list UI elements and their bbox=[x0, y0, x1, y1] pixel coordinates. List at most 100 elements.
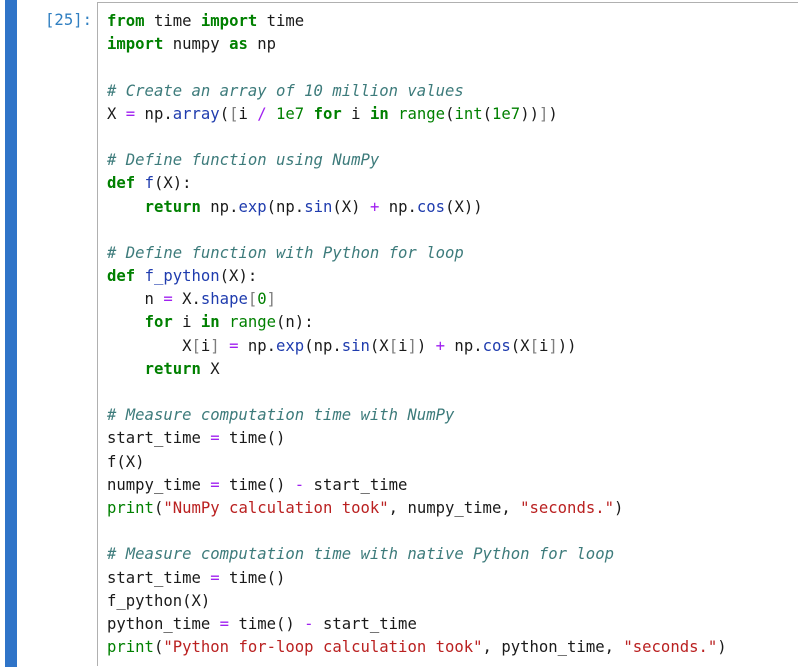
text-token: np bbox=[247, 35, 277, 54]
builtin-token: range bbox=[398, 104, 446, 123]
keyword-token: import bbox=[107, 35, 164, 54]
text-token: , numpy_time, bbox=[388, 498, 521, 517]
text-token: (X bbox=[369, 336, 389, 355]
text-token: np. bbox=[135, 104, 173, 123]
code-line: return X bbox=[107, 358, 727, 381]
attribute-token: cos bbox=[482, 336, 511, 355]
builtin-token: range bbox=[229, 313, 277, 332]
code-line: f_python(X) bbox=[107, 590, 727, 613]
text-token: ( bbox=[482, 104, 493, 123]
text-token: f_python(X) bbox=[107, 591, 211, 610]
code-text[interactable]: from time import time import numpy as np #… bbox=[107, 10, 727, 659]
code-editor[interactable]: from time import time import numpy as np #… bbox=[97, 2, 798, 666]
keyword-token: in bbox=[369, 104, 389, 123]
text-token: ( bbox=[219, 104, 230, 123]
text-token: f(X) bbox=[107, 452, 145, 471]
text-token: ( bbox=[153, 638, 164, 657]
bracket-token: ] bbox=[407, 336, 417, 355]
text-token: i bbox=[238, 104, 258, 123]
number-token: 0 bbox=[257, 290, 267, 309]
number-token: 1e7 bbox=[492, 104, 521, 123]
comment-token: # Create an array of 10 million values bbox=[107, 81, 464, 100]
operator-token: - bbox=[304, 614, 314, 633]
code-line: numpy_time = time() - start_time bbox=[107, 474, 727, 497]
code-line: def f(X): bbox=[107, 172, 727, 195]
text-token: X bbox=[107, 336, 192, 355]
code-line: python_time = time() - start_time bbox=[107, 613, 727, 636]
text-token: i bbox=[341, 104, 370, 123]
code-line: # Define function with Python for loop bbox=[107, 242, 727, 265]
code-line: X = np.array([i / 1e7 for i in range(int… bbox=[107, 103, 727, 126]
string-token: "Python for-loop calculation took" bbox=[163, 638, 483, 657]
string-token: "seconds." bbox=[623, 638, 718, 657]
text-token: start_time bbox=[107, 568, 211, 587]
text-token: )) bbox=[520, 104, 539, 123]
text-token: time() bbox=[219, 429, 286, 448]
keyword-token: as bbox=[229, 35, 248, 54]
text-token: start_time bbox=[107, 429, 211, 448]
operator-token: / bbox=[257, 104, 267, 123]
keyword-token: for bbox=[313, 104, 342, 123]
keyword-token: from bbox=[107, 12, 145, 30]
comment-token: # Define function using NumPy bbox=[107, 151, 380, 170]
code-line: # Measure computation time with NumPy bbox=[107, 404, 727, 427]
comment-token: # Define function with Python for loop bbox=[107, 243, 464, 262]
code-line: for i in range(n): bbox=[107, 311, 727, 334]
text-token: time() bbox=[219, 568, 286, 587]
code-line: # Define function using NumPy bbox=[107, 149, 727, 172]
text-token: , python_time, bbox=[482, 638, 624, 657]
text-token: time() bbox=[219, 475, 295, 494]
text-token: i bbox=[200, 336, 211, 355]
text-token: ) bbox=[614, 498, 624, 517]
code-line: f(X) bbox=[107, 451, 727, 474]
text-token: ) bbox=[548, 104, 558, 123]
text-token: np. bbox=[379, 197, 417, 216]
keyword-token: return bbox=[144, 197, 201, 216]
text-token: (X)) bbox=[445, 197, 483, 216]
attribute-token: sin bbox=[304, 197, 333, 216]
code-line: import numpy as np bbox=[107, 33, 727, 56]
text-token: ) bbox=[416, 336, 436, 355]
text-token: numpy_time bbox=[107, 475, 211, 494]
code-line: print("Python for-loop calculation took"… bbox=[107, 636, 727, 659]
attribute-token: exp bbox=[238, 197, 267, 216]
text-token: numpy bbox=[163, 35, 230, 54]
code-line: X[i] = np.exp(np.sin(X[i]) + np.cos(X[i]… bbox=[107, 335, 727, 358]
text-token: time bbox=[144, 12, 201, 30]
active-cell-indicator[interactable] bbox=[5, 0, 17, 667]
comment-token: # Measure computation time with NumPy bbox=[107, 406, 455, 425]
bracket-token: ] bbox=[538, 104, 549, 123]
text-token: (np. bbox=[266, 197, 305, 216]
keyword-token: def bbox=[107, 174, 136, 193]
text-token: python_time bbox=[107, 614, 220, 633]
text-token: )) bbox=[557, 336, 577, 355]
operator-token: - bbox=[294, 475, 305, 494]
bracket-token: [ bbox=[191, 336, 201, 355]
code-line: n = X.shape[0] bbox=[107, 288, 727, 311]
builtin-token: print bbox=[107, 498, 154, 517]
text-token: i bbox=[538, 336, 549, 355]
text-token: X. bbox=[172, 290, 201, 309]
code-line: # Create an array of 10 million values bbox=[107, 80, 727, 103]
string-token: "NumPy calculation took" bbox=[163, 498, 389, 517]
operator-token: = bbox=[210, 429, 220, 448]
notebook-code-cell[interactable]: [25]: from time import time import numpy … bbox=[0, 0, 800, 667]
text-token: ) bbox=[717, 638, 727, 657]
code-line: start_time = time() bbox=[107, 427, 727, 450]
attribute-token: f bbox=[144, 174, 154, 193]
text-token: n bbox=[107, 290, 164, 309]
text-token: time bbox=[257, 12, 305, 30]
